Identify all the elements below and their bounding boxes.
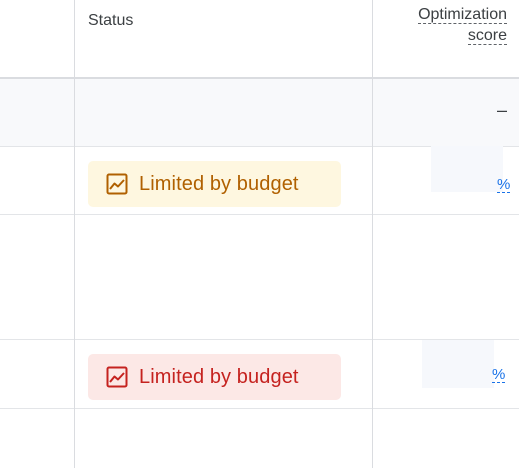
row-divider <box>0 408 519 409</box>
status-label: Limited by budget <box>139 365 299 388</box>
row-divider <box>0 214 519 215</box>
column-divider <box>372 0 373 468</box>
status-badge-error[interactable]: Limited by budget <box>88 354 341 400</box>
status-column-header[interactable]: Status <box>88 12 133 30</box>
optimization-score-link[interactable]: % <box>497 177 511 193</box>
trending-chart-icon <box>106 173 128 195</box>
optimization-header-line1: Optimization <box>418 6 507 24</box>
trending-chart-icon <box>106 366 128 388</box>
summary-optimization-score: – <box>496 100 507 120</box>
summary-row <box>0 79 519 147</box>
optimization-score-column-header[interactable]: Optimization score <box>377 4 507 46</box>
header-divider <box>0 77 519 79</box>
optimization-header-line2: score <box>467 27 507 45</box>
optimization-score-placeholder <box>431 146 503 192</box>
status-badge-warning[interactable]: Limited by budget <box>88 161 341 207</box>
optimization-score-link[interactable]: % <box>492 367 506 383</box>
status-label: Limited by budget <box>139 172 299 195</box>
column-divider <box>74 0 75 468</box>
optimization-score-placeholder <box>422 340 494 388</box>
